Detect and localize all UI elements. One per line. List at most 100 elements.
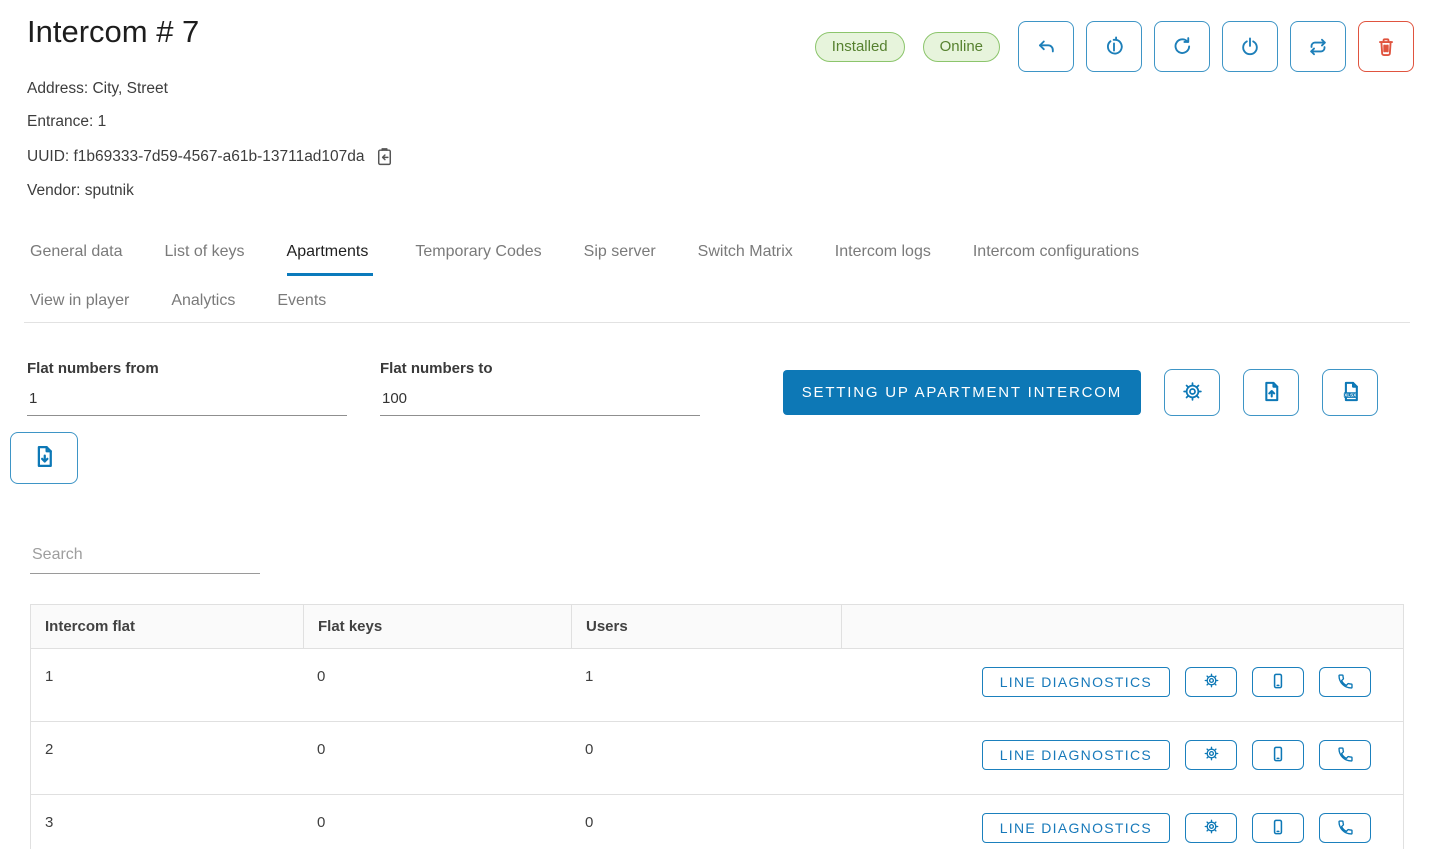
smartphone-icon <box>1269 745 1287 766</box>
tab-general-data[interactable]: General data <box>30 243 123 276</box>
search-input[interactable] <box>30 540 260 574</box>
tab-apartments[interactable]: Apartments <box>287 243 374 276</box>
flat-numbers-from-field: Flat numbers from <box>27 360 347 416</box>
header-actions: Installed Online <box>815 21 1414 72</box>
tab-intercom-configurations[interactable]: Intercom configurations <box>973 243 1139 276</box>
upload-file-button[interactable] <box>1243 369 1299 416</box>
tab-bar-row-2: View in player Analytics Events <box>30 292 326 322</box>
restart-button[interactable] <box>1086 21 1142 72</box>
file-xlsx-icon: XLSX <box>1339 380 1362 406</box>
cell-users: 0 <box>571 795 841 849</box>
flat-numbers-from-label: Flat numbers from <box>27 360 347 377</box>
power-icon <box>1239 36 1261 58</box>
table-row: 2 0 0 LINE DIAGNOSTICS <box>31 721 1403 794</box>
download-file-button[interactable] <box>10 432 78 484</box>
smartphone-icon <box>1269 818 1287 839</box>
trash-icon <box>1375 36 1397 58</box>
mobile-app-button[interactable] <box>1252 667 1304 697</box>
file-download-icon <box>32 444 57 472</box>
phone-icon <box>1336 672 1354 693</box>
uuid-text: UUID: f1b69333-7d59-4567-a61b-13711ad107… <box>27 148 365 166</box>
tab-switch-matrix[interactable]: Switch Matrix <box>698 243 793 276</box>
power-button[interactable] <box>1222 21 1278 72</box>
page-title: Intercom # 7 <box>27 14 395 50</box>
copy-uuid-button[interactable] <box>374 146 395 167</box>
cell-users: 0 <box>571 722 841 794</box>
tab-intercom-logs[interactable]: Intercom logs <box>835 243 931 276</box>
delete-button[interactable] <box>1358 21 1414 72</box>
refresh-icon <box>1171 36 1193 58</box>
mobile-app-button[interactable] <box>1252 740 1304 770</box>
file-upload-icon <box>1260 380 1283 406</box>
table-row: 1 0 1 LINE DIAGNOSTICS <box>31 648 1403 721</box>
cell-flat-keys: 0 <box>303 795 571 849</box>
phone-icon <box>1336 818 1354 839</box>
tab-view-in-player[interactable]: View in player <box>30 292 129 322</box>
column-flat-keys: Flat keys <box>303 605 571 648</box>
cell-users: 1 <box>571 649 841 721</box>
cell-flat-keys: 0 <box>303 722 571 794</box>
header: Intercom # 7 Address: City, Street Entra… <box>27 14 395 215</box>
call-button[interactable] <box>1319 740 1371 770</box>
svg-text:XLSX: XLSX <box>1344 392 1357 397</box>
table-header: Intercom flat Flat keys Users <box>31 605 1403 648</box>
phone-icon <box>1336 745 1354 766</box>
status-badge-online: Online <box>923 32 1000 62</box>
intercom-detail-page: Intercom # 7 Address: City, Street Entra… <box>0 0 1434 849</box>
copy-icon <box>374 146 395 167</box>
column-actions <box>841 605 1403 648</box>
gear-icon <box>1203 745 1220 765</box>
repeat-button[interactable] <box>1290 21 1346 72</box>
tab-analytics[interactable]: Analytics <box>171 292 235 322</box>
cell-intercom-flat: 3 <box>31 795 303 849</box>
flat-settings-button[interactable] <box>1185 667 1237 697</box>
gear-icon <box>1203 818 1220 838</box>
cell-intercom-flat: 1 <box>31 649 303 721</box>
apartment-settings-button[interactable] <box>1164 369 1220 416</box>
address-line: Address: City, Street <box>27 80 395 98</box>
flat-settings-button[interactable] <box>1185 813 1237 843</box>
undo-icon <box>1035 36 1057 58</box>
export-xlsx-button[interactable]: XLSX <box>1322 369 1378 416</box>
line-diagnostics-button[interactable]: LINE DIAGNOSTICS <box>982 813 1170 843</box>
row-actions: LINE DIAGNOSTICS <box>841 722 1403 794</box>
row-actions: LINE DIAGNOSTICS <box>841 795 1403 849</box>
tab-events[interactable]: Events <box>277 292 326 322</box>
entrance-line: Entrance: 1 <box>27 113 395 131</box>
status-badge-installed: Installed <box>815 32 905 62</box>
gear-icon <box>1181 380 1204 406</box>
tabs-divider <box>24 322 1410 323</box>
gear-icon <box>1203 672 1220 692</box>
flat-numbers-to-field: Flat numbers to <box>380 360 700 416</box>
tab-bar-row-1: General data List of keys Apartments Tem… <box>30 243 1139 276</box>
flat-numbers-from-input[interactable] <box>27 388 347 416</box>
mobile-app-button[interactable] <box>1252 813 1304 843</box>
line-diagnostics-button[interactable]: LINE DIAGNOSTICS <box>982 667 1170 697</box>
line-diagnostics-button[interactable]: LINE DIAGNOSTICS <box>982 740 1170 770</box>
tab-list-of-keys[interactable]: List of keys <box>165 243 245 276</box>
uuid-line: UUID: f1b69333-7d59-4567-a61b-13711ad107… <box>27 146 395 167</box>
flat-settings-button[interactable] <box>1185 740 1237 770</box>
undo-button[interactable] <box>1018 21 1074 72</box>
repeat-icon <box>1307 36 1329 58</box>
tab-sip-server[interactable]: Sip server <box>584 243 656 276</box>
setup-apartment-intercom-button[interactable]: SETTING UP APARTMENT INTERCOM <box>783 370 1141 415</box>
flat-numbers-to-label: Flat numbers to <box>380 360 700 377</box>
refresh-button[interactable] <box>1154 21 1210 72</box>
vendor-line: Vendor: sputnik <box>27 182 395 200</box>
column-users: Users <box>571 605 841 648</box>
cell-intercom-flat: 2 <box>31 722 303 794</box>
restart-icon <box>1103 36 1125 58</box>
table-row: 3 0 0 LINE DIAGNOSTICS <box>31 794 1403 849</box>
call-button[interactable] <box>1319 813 1371 843</box>
column-intercom-flat: Intercom flat <box>31 605 303 648</box>
filter-actions: SETTING UP APARTMENT INTERCOM <box>783 369 1378 416</box>
tab-temporary-codes[interactable]: Temporary Codes <box>415 243 541 276</box>
row-actions: LINE DIAGNOSTICS <box>841 649 1403 721</box>
flat-numbers-to-input[interactable] <box>380 388 700 416</box>
call-button[interactable] <box>1319 667 1371 697</box>
cell-flat-keys: 0 <box>303 649 571 721</box>
search-field <box>30 540 260 574</box>
smartphone-icon <box>1269 672 1287 693</box>
apartments-table: Intercom flat Flat keys Users 1 0 1 LINE… <box>30 604 1404 849</box>
